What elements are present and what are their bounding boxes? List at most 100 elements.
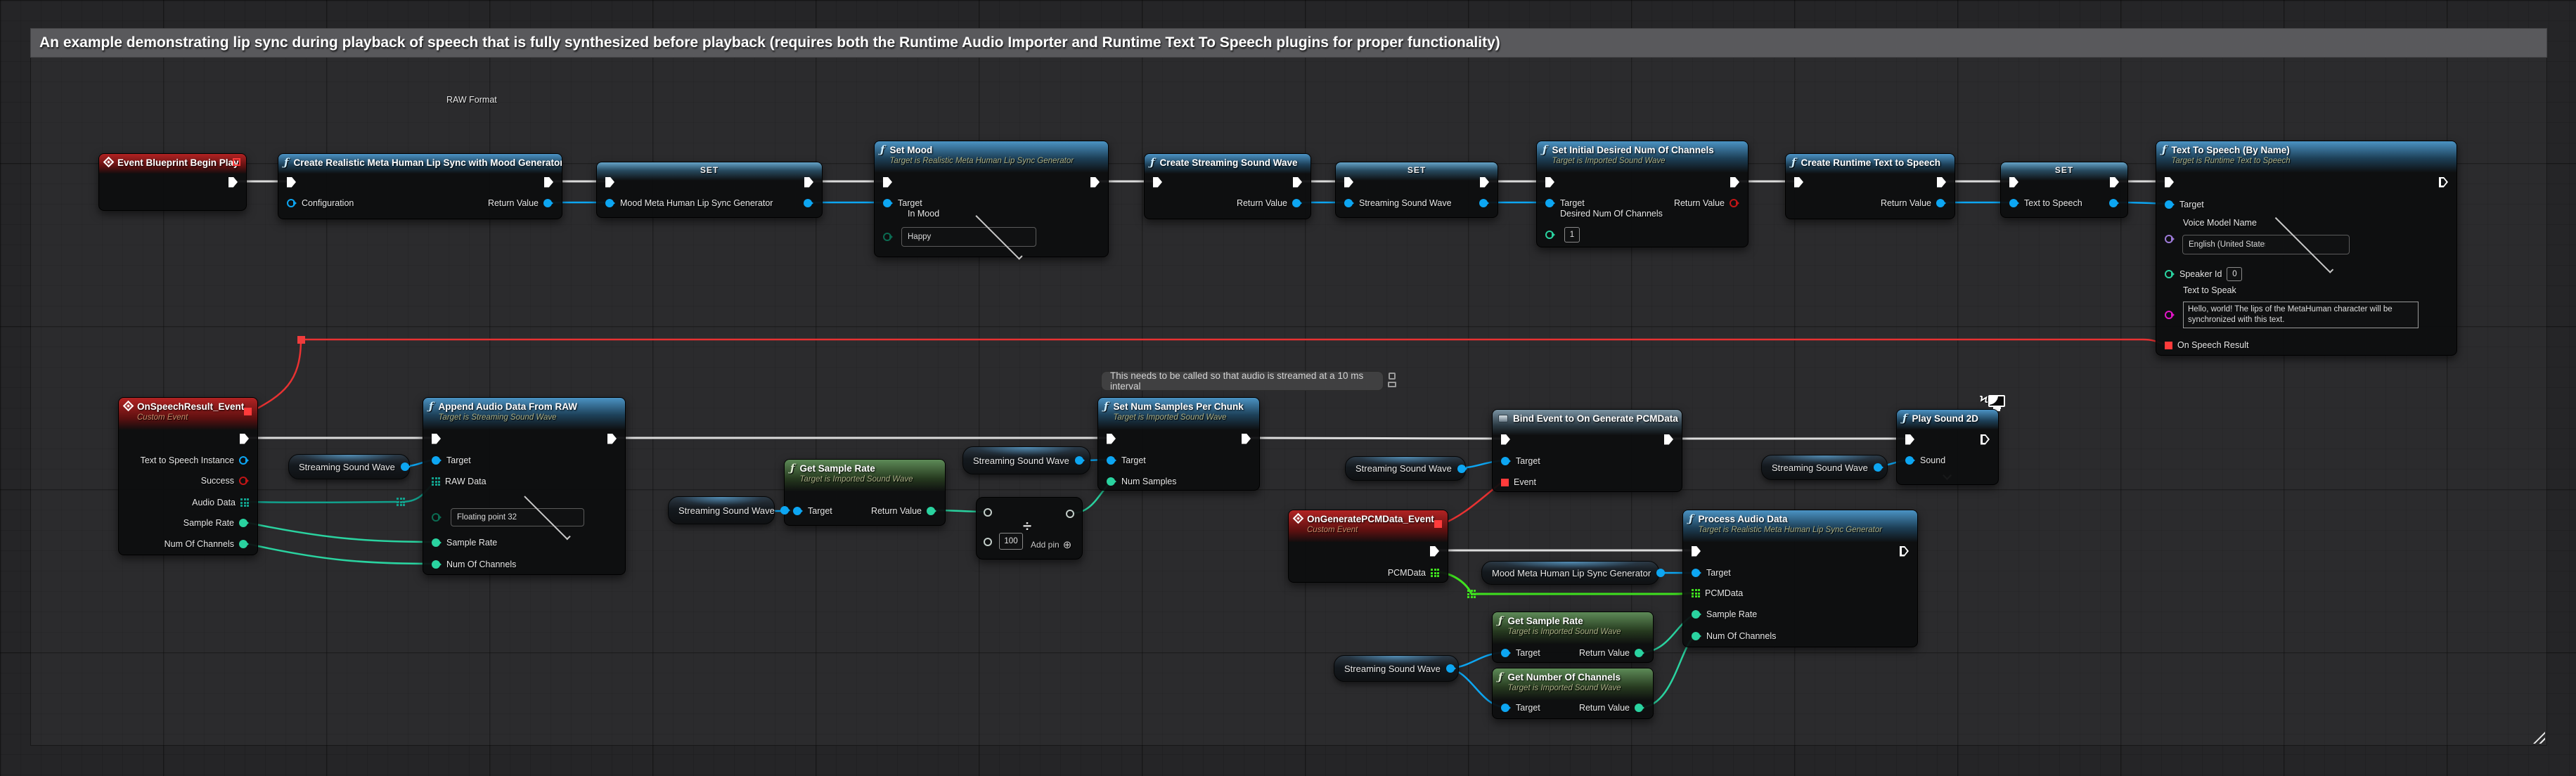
divide-operand-input[interactable]: 100 bbox=[999, 533, 1023, 550]
text-to-speech-instance-pin[interactable] bbox=[239, 456, 249, 465]
blueprint-canvas[interactable]: An example demonstrating lip sync during… bbox=[0, 0, 2576, 776]
raw-format-dropdown[interactable]: Floating point 32-bit bbox=[451, 508, 584, 526]
return-value-pin[interactable] bbox=[1730, 199, 1739, 207]
divide-input-a-pin[interactable] bbox=[984, 508, 992, 517]
node-tts[interactable]: ƒText To Speech (By Name)Target is Runti… bbox=[2156, 141, 2457, 356]
node-on-speech-result[interactable]: OnSpeechResult_EventCustom EventText to … bbox=[118, 397, 258, 555]
pill-ssw-6[interactable]: Streaming Sound Wave bbox=[1345, 456, 1466, 481]
exec-pin[interactable] bbox=[2110, 177, 2119, 188]
node-append-raw[interactable]: ƒAppend Audio Data From RAWTarget is Str… bbox=[423, 397, 626, 575]
object-pin[interactable] bbox=[804, 199, 813, 207]
voice-model-name-pin[interactable] bbox=[2165, 235, 2175, 243]
node-bind-event[interactable]: Bind Event to On Generate PCMDataTargetE… bbox=[1492, 409, 1682, 492]
add-pin-button[interactable]: Add pin ⊕ bbox=[1031, 538, 1071, 551]
exec-pin[interactable] bbox=[1293, 177, 1302, 188]
node-get-num-channels[interactable]: ƒGet Number Of ChannelsTarget is Importe… bbox=[1492, 668, 1654, 719]
num-samples-pin[interactable] bbox=[1107, 477, 1116, 486]
exec-pin[interactable] bbox=[1090, 177, 1100, 188]
return-value-pin[interactable] bbox=[927, 507, 936, 515]
num-of-channels-pin[interactable] bbox=[1692, 632, 1701, 640]
target-pin[interactable] bbox=[1692, 569, 1701, 577]
exec-pin[interactable] bbox=[1937, 177, 1946, 188]
divide-output-pin[interactable] bbox=[1066, 510, 1074, 518]
in-mood-dropdown[interactable]: Happy bbox=[901, 227, 1036, 247]
streaming-sound-wave-out-pin[interactable] bbox=[780, 506, 790, 515]
exec-pin[interactable] bbox=[228, 177, 238, 188]
node-get-sample-rate-1[interactable]: ƒGet Sample RateTarget is Imported Sound… bbox=[784, 459, 946, 526]
node-on-generate[interactable]: OnGeneratePCMData_EventCustom EventPCMDa… bbox=[1288, 510, 1448, 583]
return-value-pin[interactable] bbox=[1635, 704, 1644, 712]
desired-num-of-channels-pin[interactable] bbox=[1545, 231, 1555, 239]
node-set-mood-var[interactable]: SETMood Meta Human Lip Sync Generator bbox=[596, 162, 823, 218]
pill-ssw-3[interactable]: Streaming Sound Wave bbox=[962, 446, 1090, 474]
node-set-ssw-var[interactable]: SETStreaming Sound Wave bbox=[1335, 162, 1498, 218]
pill-mood[interactable]: Mood Meta Human Lip Sync Generator bbox=[1481, 561, 1659, 585]
node-set-num-samples[interactable]: ƒSet Num Samples Per ChunkTarget is Impo… bbox=[1097, 397, 1260, 491]
knot-byte-array[interactable] bbox=[397, 498, 405, 506]
desired-num-of-channels-box[interactable]: 1 bbox=[1564, 227, 1580, 242]
pill-ssw-2[interactable]: Streaming Sound Wave bbox=[668, 496, 775, 524]
return-value-pin[interactable] bbox=[1936, 199, 1946, 207]
streaming-sound-wave-out-pin[interactable] bbox=[1874, 463, 1883, 472]
on-speech-result-pin[interactable] bbox=[2165, 342, 2172, 349]
pcmdata-pin[interactable] bbox=[1692, 589, 1700, 597]
return-value-pin[interactable] bbox=[543, 199, 553, 207]
comment-bubble-icons[interactable] bbox=[1388, 373, 1396, 387]
node-begin-play[interactable]: Event Blueprint Begin Play bbox=[98, 153, 247, 211]
knot-float-array[interactable] bbox=[1467, 590, 1476, 598]
pill-ssw-1[interactable]: Streaming Sound Wave bbox=[288, 454, 410, 479]
return-value-pin[interactable] bbox=[1635, 649, 1644, 657]
in-mood-pin[interactable] bbox=[883, 233, 893, 241]
sample-rate-pin[interactable] bbox=[1692, 610, 1701, 619]
streaming-sound-wave-out-pin[interactable] bbox=[1457, 465, 1467, 473]
streaming-sound-wave-out-pin[interactable] bbox=[1075, 456, 1085, 465]
return-value-pin[interactable] bbox=[1292, 199, 1302, 207]
sample-rate-pin[interactable] bbox=[432, 538, 442, 547]
output-delegate-pin[interactable] bbox=[1434, 520, 1442, 528]
target-pin[interactable] bbox=[432, 456, 442, 465]
object-pin[interactable] bbox=[2109, 199, 2119, 207]
exec-pin[interactable] bbox=[1430, 546, 1439, 557]
node-process-audio[interactable]: ƒProcess Audio DataTarget is Realistic M… bbox=[1682, 510, 1918, 647]
node-play-sound[interactable]: ƒPlay Sound 2DSound bbox=[1896, 409, 1999, 485]
sample-rate-pin[interactable] bbox=[239, 519, 249, 527]
divide-input-b-pin[interactable] bbox=[984, 538, 992, 546]
output-delegate-pin[interactable] bbox=[244, 408, 252, 415]
speaker-id-pin[interactable] bbox=[2165, 270, 2175, 278]
streaming-sound-wave-out-pin[interactable] bbox=[401, 463, 411, 471]
speaker-id-input[interactable]: 0 bbox=[2227, 267, 2242, 281]
node-set-tts-var[interactable]: SETText to Speech bbox=[2000, 162, 2128, 218]
audio-data-pin[interactable] bbox=[240, 498, 249, 507]
mood-meta-human-lip-sync-generator-out-pin[interactable] bbox=[1656, 569, 1666, 577]
success-pin[interactable] bbox=[239, 477, 249, 485]
reroute-knot-delegate[interactable] bbox=[297, 336, 305, 344]
exec-pin[interactable] bbox=[544, 177, 553, 188]
divide-node[interactable]: ÷ 100 Add pin ⊕ bbox=[976, 497, 1083, 560]
node-comment-bubble[interactable]: This needs to be called so that audio is… bbox=[1101, 371, 1384, 391]
num-of-channels-pin[interactable] bbox=[432, 560, 442, 569]
voice-model-name-dropdown[interactable]: English (United States) - Kokoro (Bella) bbox=[2182, 235, 2350, 254]
text-to-speak-textarea[interactable]: Hello, world! The lips of the MetaHuman … bbox=[2183, 302, 2419, 328]
exec-pin[interactable] bbox=[1981, 434, 1990, 445]
raw-format-pin[interactable] bbox=[432, 513, 442, 522]
node-create-ssw[interactable]: ƒCreate Streaming Sound WaveReturn Value bbox=[1144, 153, 1311, 219]
event-pin[interactable] bbox=[1501, 479, 1509, 486]
exec-pin[interactable] bbox=[1242, 434, 1251, 444]
node-create-lipsync[interactable]: ƒCreate Realistic Meta Human Lip Sync wi… bbox=[278, 153, 562, 219]
exec-pin[interactable] bbox=[1900, 546, 1909, 557]
exec-pin[interactable] bbox=[1480, 177, 1489, 188]
target-pin[interactable] bbox=[1107, 456, 1116, 465]
pill-ssw-4[interactable]: Streaming Sound Wave bbox=[1761, 455, 1888, 480]
exec-pin[interactable] bbox=[607, 434, 617, 444]
streaming-sound-wave-out-pin[interactable] bbox=[1446, 664, 1456, 673]
pill-ssw-5[interactable]: Streaming Sound Wave bbox=[1334, 655, 1459, 682]
node-get-sample-rate-2[interactable]: ƒGet Sample RateTarget is Imported Sound… bbox=[1492, 612, 1654, 663]
sound-pin[interactable] bbox=[1905, 456, 1915, 465]
comment-header[interactable]: An example demonstrating lip sync during… bbox=[30, 28, 2547, 58]
num-of-channels-pin[interactable] bbox=[239, 540, 249, 548]
target-pin[interactable] bbox=[1501, 457, 1511, 465]
target-pin[interactable] bbox=[883, 199, 893, 207]
exec-pin[interactable] bbox=[240, 434, 249, 444]
text-to-speak-pin[interactable] bbox=[2165, 311, 2175, 319]
pcmdata-pin[interactable] bbox=[1431, 569, 1439, 577]
